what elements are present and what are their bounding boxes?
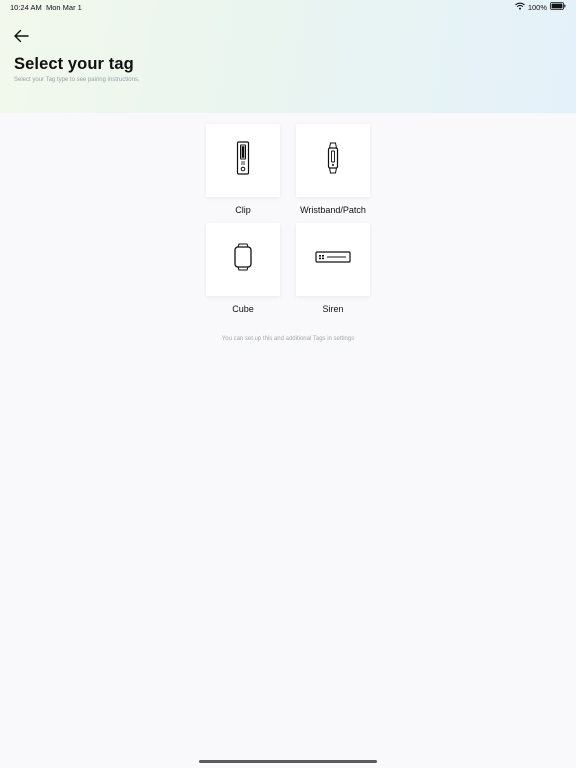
- siren-tag-icon: [315, 250, 351, 269]
- back-button[interactable]: [12, 29, 30, 48]
- status-indicators: 100%: [514, 2, 566, 12]
- tag-label-wristband-patch: Wristband/Patch: [300, 205, 366, 215]
- tag-tile-clip[interactable]: [206, 124, 280, 197]
- header: 10:24 AM Mon Mar 1 100% Select your tag …: [0, 0, 576, 113]
- cube-tag-icon: [233, 243, 253, 276]
- tag-option-siren[interactable]: Siren: [296, 223, 370, 315]
- page-title: Select your tag: [14, 55, 134, 73]
- tag-option-cube[interactable]: Cube: [206, 223, 280, 315]
- battery-icon: [550, 2, 566, 12]
- clip-tag-icon: [235, 141, 251, 180]
- tag-tile-siren[interactable]: [296, 223, 370, 296]
- tag-label-cube: Cube: [232, 304, 254, 314]
- battery-percent: 100%: [527, 2, 547, 12]
- home-indicator[interactable]: [199, 760, 377, 763]
- arrow-left-icon: [13, 29, 29, 48]
- wifi-icon: [514, 2, 525, 12]
- tag-options-grid: Clip Wristband/Patch Cube Siren: [206, 124, 370, 315]
- status-date: Mon Mar 1: [46, 3, 82, 12]
- tag-label-siren: Siren: [322, 304, 344, 314]
- tag-label-clip: Clip: [235, 205, 251, 215]
- tag-tile-cube[interactable]: [206, 223, 280, 296]
- tag-option-clip[interactable]: Clip: [206, 124, 280, 216]
- tag-tile-wristband-patch[interactable]: [296, 124, 370, 197]
- page-subtitle: Select your Tag type to see pairing inst…: [14, 77, 140, 83]
- status-bar: 10:24 AM Mon Mar 1 100%: [0, 0, 576, 14]
- footer-note: You can set up this and additional Tags …: [221, 336, 355, 342]
- tag-option-wristband-patch[interactable]: Wristband/Patch: [296, 124, 370, 216]
- wristband-tag-icon: [325, 142, 341, 179]
- status-time: 10:24 AM: [10, 3, 42, 12]
